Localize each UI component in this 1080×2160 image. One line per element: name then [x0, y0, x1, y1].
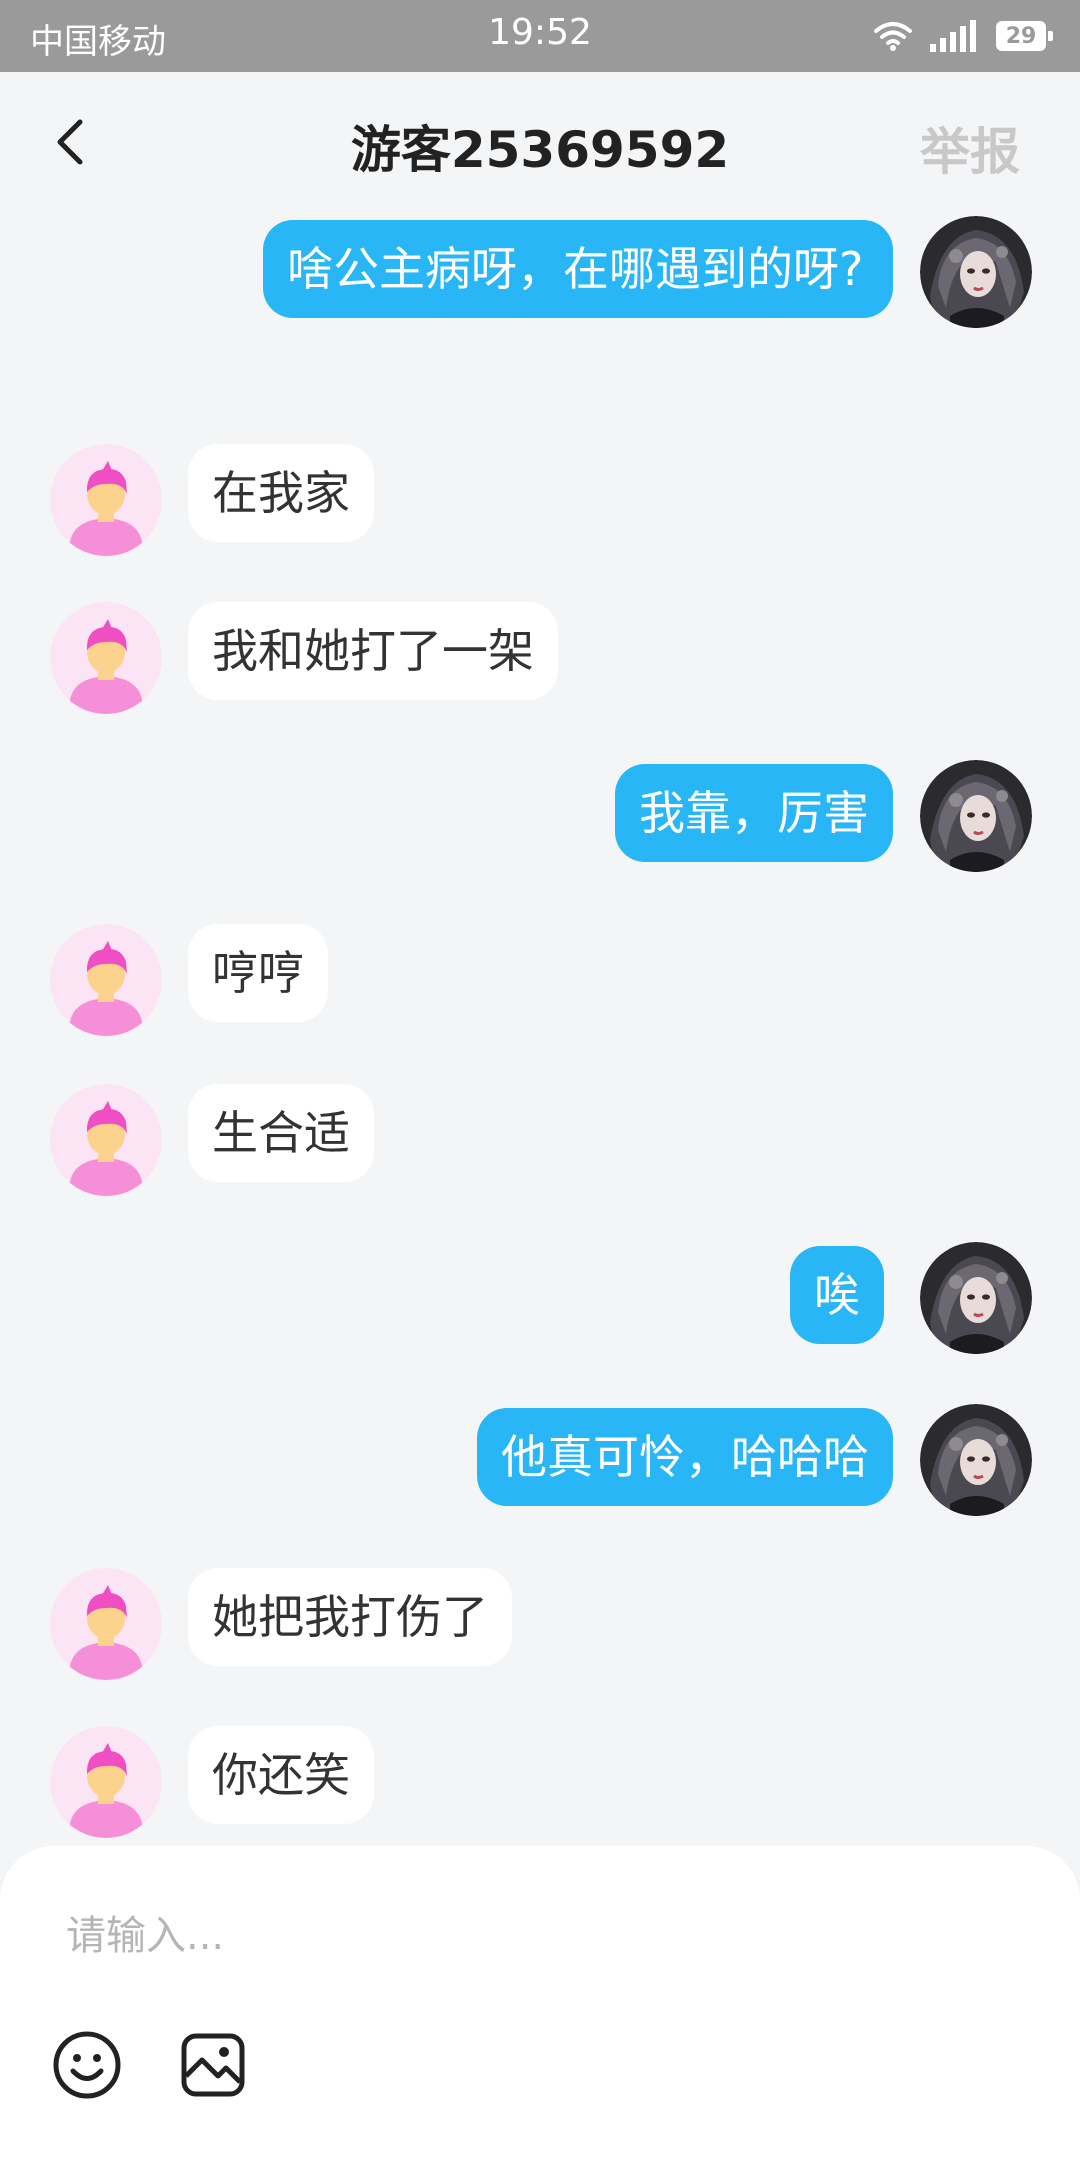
message-input[interactable]: [64, 1900, 1028, 1972]
contact-avatar[interactable]: [50, 1084, 162, 1196]
composer-panel: [0, 1846, 1080, 2160]
battery-icon: 29: [996, 21, 1053, 51]
my-avatar[interactable]: [920, 1404, 1032, 1516]
message-bubble[interactable]: 生合适: [188, 1084, 374, 1182]
status-bar: 中国移动 19:52 29: [0, 0, 1080, 72]
image-icon: [181, 2033, 245, 2097]
image-button[interactable]: [180, 2032, 246, 2098]
message-bubble[interactable]: 我靠，厉害: [615, 764, 893, 862]
message-bubble[interactable]: 啥公主病呀，在哪遇到的呀?: [263, 220, 893, 318]
message-bubble[interactable]: 我和她打了一架: [188, 602, 558, 700]
message-list[interactable]: 啥公主病呀，在哪遇到的呀? 在我家 我和她打了一架 我靠，厉害 哼哼 生合适 唉…: [0, 212, 1080, 1852]
message-bubble[interactable]: 他真可怜，哈哈哈: [477, 1408, 893, 1506]
message-row: 我靠，厉害: [0, 760, 1080, 880]
message-bubble[interactable]: 唉: [790, 1246, 884, 1344]
message-row: 我和她打了一架: [0, 602, 1080, 722]
contact-avatar[interactable]: [50, 924, 162, 1036]
smiley-icon: [53, 2031, 121, 2099]
contact-avatar[interactable]: [50, 1726, 162, 1838]
my-avatar[interactable]: [920, 216, 1032, 328]
message-row: 哼哼: [0, 924, 1080, 1044]
message-bubble[interactable]: 你还笑: [188, 1726, 374, 1824]
contact-avatar[interactable]: [50, 444, 162, 556]
message-row: 啥公主病呀，在哪遇到的呀?: [0, 216, 1080, 376]
message-row: 生合适: [0, 1084, 1080, 1204]
report-button[interactable]: 举报: [920, 112, 1020, 184]
wifi-icon: [874, 22, 912, 51]
contact-avatar[interactable]: [50, 1568, 162, 1680]
message-row: 她把我打伤了: [0, 1568, 1080, 1688]
message-row: 在我家: [0, 444, 1080, 564]
message-bubble[interactable]: 她把我打伤了: [188, 1568, 512, 1666]
message-row: 你还笑: [0, 1726, 1080, 1846]
my-avatar[interactable]: [920, 760, 1032, 872]
my-avatar[interactable]: [920, 1242, 1032, 1354]
signal-icon: [930, 20, 976, 52]
emoji-button[interactable]: [52, 2030, 122, 2100]
message-row: 他真可怜，哈哈哈: [0, 1404, 1080, 1524]
contact-avatar[interactable]: [50, 602, 162, 714]
page-title: 游客25369592: [350, 121, 730, 179]
status-icons: 29: [874, 18, 1053, 54]
message-row: 唉: [0, 1242, 1080, 1362]
chat-header: 游客25369592 举报: [0, 72, 1080, 212]
message-bubble[interactable]: 在我家: [188, 444, 374, 542]
message-bubble[interactable]: 哼哼: [188, 924, 328, 1022]
battery-level: 29: [1005, 23, 1037, 49]
